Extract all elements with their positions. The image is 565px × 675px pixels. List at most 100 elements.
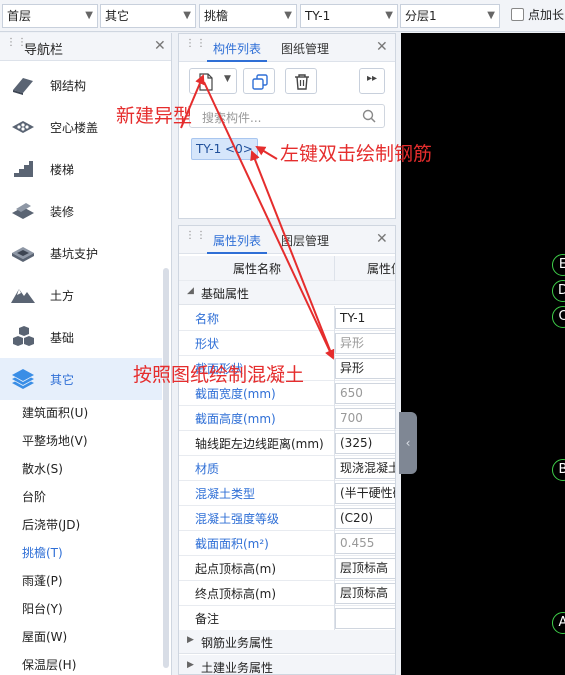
property-row[interactable]: 轴线距左边线距离(mm) (325) <box>179 431 395 456</box>
component-item-ty1[interactable]: TY-1 <0> <box>191 138 258 160</box>
nav-item-label: 钢结构 <box>50 79 87 93</box>
col-header-name: 属性名称 <box>233 262 282 276</box>
close-icon[interactable]: ✕ <box>376 39 388 55</box>
axis-marker[interactable]: D <box>552 280 565 302</box>
new-component-button[interactable]: ▼ <box>189 68 237 94</box>
expand-icon: ▶ <box>187 635 194 645</box>
delete-component-button[interactable] <box>285 68 317 94</box>
search-icon[interactable] <box>362 109 376 123</box>
nav-item-decoration[interactable]: 装修 <box>0 190 162 232</box>
floor-select[interactable]: 首层 ▼ <box>2 4 98 28</box>
property-row[interactable]: 名称 TY-1 <box>179 306 395 331</box>
property-row[interactable]: 材质 现浇混凝土 <box>179 456 395 481</box>
axis-marker[interactable]: A <box>552 612 565 634</box>
nav-scrollbar[interactable] <box>163 268 169 668</box>
category-select[interactable]: 其它 ▼ <box>100 4 196 28</box>
nav-item-foundation[interactable]: 基础 <box>0 316 162 358</box>
property-row[interactable]: 终点顶标高(m) 层顶标高 <box>179 581 395 606</box>
tab-component-list[interactable]: 构件列表 <box>213 40 261 57</box>
property-value[interactable]: TY-1 <box>335 308 395 329</box>
annotation-draw-concrete: 按照图纸绘制混凝土 <box>133 364 305 386</box>
axis-marker[interactable]: E <box>552 254 565 276</box>
tab-layer-management[interactable]: 图层管理 <box>281 232 329 249</box>
drag-handle-icon[interactable]: ⋮⋮ <box>6 38 27 54</box>
property-name: 截面宽度(mm) <box>195 387 276 401</box>
property-row[interactable]: 混凝土强度等级 (C20) <box>179 506 395 531</box>
layer-select[interactable]: 分层1 ▼ <box>400 4 500 28</box>
property-row[interactable]: 截面面积(m²) 0.455 <box>179 531 395 556</box>
property-value[interactable]: (325) <box>335 433 395 454</box>
floor-select-value: 首层 <box>7 9 32 23</box>
group-civil-properties[interactable]: ▶ 土建业务属性 <box>179 655 395 674</box>
property-value[interactable]: 层顶标高 <box>335 558 395 579</box>
property-row[interactable]: 混凝土类型 (半干硬性砼 <box>179 481 395 506</box>
chevron-down-icon: ▼ <box>85 10 93 21</box>
panel-collapse-handle[interactable]: ‹ <box>399 412 417 474</box>
tab-drawing-management[interactable]: 图纸管理 <box>281 40 329 57</box>
sub-item-steps[interactable]: 台阶 <box>22 488 46 505</box>
col-header-value: 属性值 <box>367 262 395 276</box>
category-select-value: 其它 <box>105 9 130 23</box>
drawing-canvas[interactable]: E D C B A <box>401 33 565 675</box>
sub-item-post-cast-strip[interactable]: 后浇带(JD) <box>22 516 80 533</box>
sub-item-building-area[interactable]: 建筑面积(U) <box>22 404 88 421</box>
layer-select-value: 分层1 <box>405 9 437 23</box>
property-value[interactable]: 异形 <box>335 358 395 379</box>
foundation-pit-icon <box>12 247 34 262</box>
component-type-select[interactable]: 挑檐 ▼ <box>199 4 297 28</box>
property-row[interactable]: 起点顶标高(m) 层顶标高 <box>179 556 395 581</box>
nav-item-earthwork[interactable]: 土方 <box>0 274 162 316</box>
axis-marker[interactable]: B <box>552 459 565 481</box>
property-value[interactable]: (半干硬性砼 <box>335 483 395 504</box>
property-value[interactable]: 650 <box>335 383 395 404</box>
property-value[interactable] <box>335 608 395 629</box>
sub-item-roof[interactable]: 屋面(W) <box>22 628 67 645</box>
group-basic-properties[interactable]: ◢ 基础属性 <box>179 281 395 305</box>
nav-item-steel[interactable]: 钢结构 <box>0 64 162 106</box>
sub-item-site-leveling[interactable]: 平整场地(V) <box>22 432 88 449</box>
drag-handle-icon[interactable]: ⋮⋮ <box>185 39 206 55</box>
property-value[interactable]: 700 <box>335 408 395 429</box>
property-name: 备注 <box>195 612 220 626</box>
property-value[interactable]: 层顶标高 <box>335 583 395 604</box>
tab-property-list[interactable]: 属性列表 <box>213 232 261 249</box>
nav-item-label: 其它 <box>50 373 75 387</box>
property-table-header: 属性名称 属性值 <box>179 256 395 281</box>
sub-item-insulation[interactable]: 保温层(H) <box>22 656 76 673</box>
nav-item-label: 基础 <box>50 331 75 345</box>
close-icon[interactable]: ✕ <box>154 38 166 54</box>
chevron-down-icon: ▼ <box>183 10 191 21</box>
property-row[interactable]: 备注 <box>179 606 395 631</box>
more-options-button[interactable]: ▸▸ <box>359 68 385 94</box>
component-type-select-value: 挑檐 <box>204 9 229 23</box>
axis-marker[interactable]: C <box>552 306 565 328</box>
property-name: 起点顶标高(m) <box>195 562 277 576</box>
nav-item-foundation-pit[interactable]: 基坑支护 <box>0 232 162 274</box>
sub-item-apron[interactable]: 散水(S) <box>22 460 63 477</box>
property-row[interactable]: 截面高度(mm) 700 <box>179 406 395 431</box>
property-name: 截面面积(m²) <box>195 537 269 551</box>
group-rebar-properties[interactable]: ▶ 钢筋业务属性 <box>179 630 395 654</box>
sub-item-eaves[interactable]: 挑檐(T) <box>22 544 63 561</box>
chevron-down-icon: ▼ <box>385 10 393 21</box>
copy-component-button[interactable] <box>243 68 275 94</box>
nav-panel-header: ⋮⋮ 导航栏 ✕ <box>0 33 171 61</box>
drag-handle-icon[interactable]: ⋮⋮ <box>185 231 206 247</box>
sub-item-balcony[interactable]: 阳台(Y) <box>22 600 63 617</box>
chevron-down-icon[interactable]: ▼ <box>224 74 231 84</box>
sub-item-canopy[interactable]: 雨蓬(P) <box>22 572 63 589</box>
nav-item-stairs[interactable]: 楼梯 <box>0 148 162 190</box>
close-icon[interactable]: ✕ <box>376 231 388 247</box>
property-value[interactable]: 0.455 <box>335 533 395 554</box>
property-name: 截面高度(mm) <box>195 412 276 426</box>
property-value[interactable]: 异形 <box>335 333 395 354</box>
property-row[interactable]: 形状 异形 <box>179 331 395 356</box>
component-select-value: TY-1 <box>305 9 331 23</box>
property-panel-header: ⋮⋮ 属性列表 图层管理 ✕ <box>179 226 395 254</box>
component-search-input[interactable]: 搜索构件... <box>189 104 385 128</box>
property-value[interactable]: 现浇混凝土 <box>335 458 395 479</box>
property-value[interactable]: (C20) <box>335 508 395 529</box>
steel-structure-icon <box>13 78 33 95</box>
component-select[interactable]: TY-1 ▼ <box>300 4 398 28</box>
extend-point-checkbox[interactable] <box>511 8 524 21</box>
